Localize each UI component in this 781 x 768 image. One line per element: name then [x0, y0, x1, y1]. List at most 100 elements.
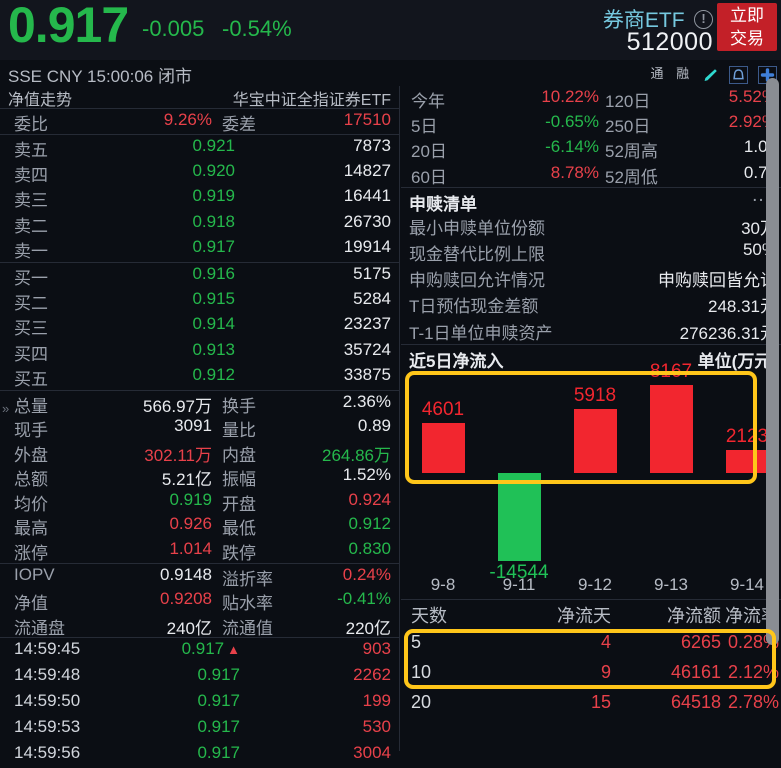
order-price: 0.917: [130, 237, 235, 257]
stat-value-left: 0.926: [100, 514, 212, 534]
order-book-row-ask-3[interactable]: 卖三0.91916441: [0, 185, 399, 210]
chart-bar: [422, 423, 465, 473]
perf-value-left: 10.22%: [489, 87, 599, 107]
tag-tong[interactable]: 通: [650, 66, 665, 81]
tick-time: 14:59:48: [14, 665, 80, 685]
stat-label-left: 净值: [14, 589, 48, 614]
security-code: 512000: [627, 28, 713, 57]
stat-value-left: 0.9208: [100, 589, 212, 609]
stat-label-left: 涨停: [14, 539, 48, 564]
summary-days: 10: [411, 662, 431, 683]
chart-bar: [650, 385, 693, 473]
vertical-scrollbar[interactable]: [766, 78, 779, 645]
tick-row[interactable]: 14:59:560.9173004: [0, 742, 399, 768]
order-book-row-ask-4[interactable]: 卖二0.91826730: [0, 211, 399, 236]
summary-net-days: 4: [521, 632, 611, 653]
order-book-row-ask-2[interactable]: 卖四0.92014827: [0, 160, 399, 185]
pencil-icon[interactable]: [701, 66, 720, 84]
bell-icon[interactable]: [729, 66, 748, 84]
trade-now-button[interactable]: 立即 交易: [717, 3, 777, 51]
summary-days: 5: [411, 632, 421, 653]
stat-label-left: 流通盘: [14, 614, 65, 639]
order-book-row-bid-2[interactable]: 买二0.9155284: [0, 288, 399, 313]
tick-volume: 903: [363, 639, 391, 659]
etf-stat-row: 净值0.9208贴水率-0.41%: [0, 588, 399, 613]
redemption-row: 申购赎回允许情况申购赎回皆允许: [401, 265, 781, 291]
order-volume: 5284: [353, 289, 391, 309]
stat-label-right: 溢折率: [222, 565, 273, 590]
tick-row[interactable]: 14:59:480.9172262: [0, 664, 399, 690]
trade-statistics: 总量566.97万换手2.36%现手3091量比0.89外盘302.11万内盘2…: [0, 391, 399, 564]
order-price: 0.914: [130, 314, 235, 334]
stat-label-left: 总额: [14, 465, 48, 490]
nav-title-left[interactable]: 净值走势: [8, 86, 72, 110]
trade-stat-row: 外盘302.11万内盘264.86万: [0, 440, 399, 465]
market-status-text: SSE CNY 15:00:06 闭市: [8, 62, 192, 87]
chart-bar: [574, 409, 617, 473]
order-book-row-bid-4[interactable]: 买四0.91335724: [0, 339, 399, 364]
etf-statistics: IOPV0.9148溢折率0.24%净值0.9208贴水率-0.41%流通盘24…: [0, 564, 399, 639]
summary-net-amount: 64518: [619, 692, 721, 713]
trade-stat-row: 总量566.97万换手2.36%: [0, 391, 399, 416]
trade-stat-row: 均价0.919开盘0.924: [0, 489, 399, 514]
stat-label-left: 总量: [14, 392, 48, 417]
summary-row[interactable]: 109461612.12%: [401, 660, 781, 690]
tick-row[interactable]: 14:59:450.917▲903: [0, 638, 399, 664]
performance-row: 5日-0.65%250日2.92%: [401, 111, 781, 136]
summary-row[interactable]: 5462650.28%: [401, 630, 781, 660]
stat-label-right: 换手: [222, 392, 256, 417]
redemption-key: T日预估现金差额: [409, 292, 538, 317]
summary-days: 20: [411, 692, 431, 713]
stat-value-right: 220亿: [346, 614, 391, 639]
order-book-row-ask-1[interactable]: 卖五0.9217873: [0, 135, 399, 160]
tick-volume: 2262: [353, 665, 391, 685]
perf-value-left: -6.14%: [489, 137, 599, 157]
last-price: 0.917: [8, 0, 128, 52]
summary-net-amount: 6265: [619, 632, 721, 653]
perf-label-left: 今年: [411, 87, 445, 112]
stat-label-left: 现手: [14, 416, 48, 441]
perf-label-left: 5日: [411, 112, 437, 137]
tick-time: 14:59:56: [14, 743, 80, 763]
ratio-value-2: 17510: [344, 110, 391, 130]
perf-value-left: 8.78%: [489, 163, 599, 183]
header-tools: 通 融: [643, 63, 777, 84]
order-level-label: 卖三: [14, 186, 48, 211]
chart-bar: [498, 473, 541, 561]
ask-order-book: 卖五0.9217873卖四0.92014827卖三0.91916441卖二0.9…: [0, 135, 399, 263]
order-level-label: 卖一: [14, 237, 48, 262]
perf-value-left: -0.65%: [489, 112, 599, 132]
tick-time: 14:59:45: [14, 639, 80, 659]
tag-rong[interactable]: 融: [676, 66, 691, 81]
order-price: 0.919: [130, 186, 235, 206]
order-book-row-ask-5[interactable]: 卖一 0.917 19914: [0, 236, 399, 261]
info-icon[interactable]: !: [694, 10, 713, 29]
order-volume: 19914: [344, 237, 391, 257]
stat-label-right: 振幅: [222, 465, 256, 490]
order-book-row-bid-1[interactable]: 买一0.9165175: [0, 263, 399, 288]
ratio-label-2: 委差: [222, 110, 256, 135]
order-book-row-bid-3[interactable]: 买三0.91423237: [0, 313, 399, 338]
stat-label-left: IOPV: [14, 565, 55, 585]
tick-list[interactable]: 14:59:450.917▲90314:59:480.917226214:59:…: [0, 638, 399, 768]
redemption-key: 最小申赎单位份额: [409, 214, 545, 239]
chart-bar-label: 5918: [551, 385, 640, 407]
chart-bar: [726, 450, 769, 473]
stat-value-left: 1.014: [100, 539, 212, 559]
tick-row[interactable]: 14:59:500.917199: [0, 690, 399, 716]
nav-section-title: 净值走势 华宝中证全指证券ETF: [0, 86, 399, 109]
order-book-row-bid-5[interactable]: 买五0.91233875: [0, 364, 399, 389]
stat-value-right: 0.924: [348, 490, 391, 510]
redemption-key: 申购赎回允许情况: [409, 266, 545, 291]
tick-time: 14:59:50: [14, 691, 80, 711]
summary-row[interactable]: 2015645182.78%: [401, 690, 781, 720]
stat-value-left: 0.919: [100, 490, 212, 510]
tick-row[interactable]: 14:59:530.917530: [0, 716, 399, 742]
stat-label-left: 外盘: [14, 441, 48, 466]
redemption-row: T-1日单位申赎资产276236.31元: [401, 318, 781, 344]
tick-volume: 3004: [353, 743, 391, 763]
stat-value-right: -0.41%: [337, 589, 391, 609]
nav-title-right[interactable]: 华宝中证全指证券ETF: [233, 86, 391, 110]
order-level-label: 卖二: [14, 212, 48, 237]
stat-value-left: 0.9148: [100, 565, 212, 585]
